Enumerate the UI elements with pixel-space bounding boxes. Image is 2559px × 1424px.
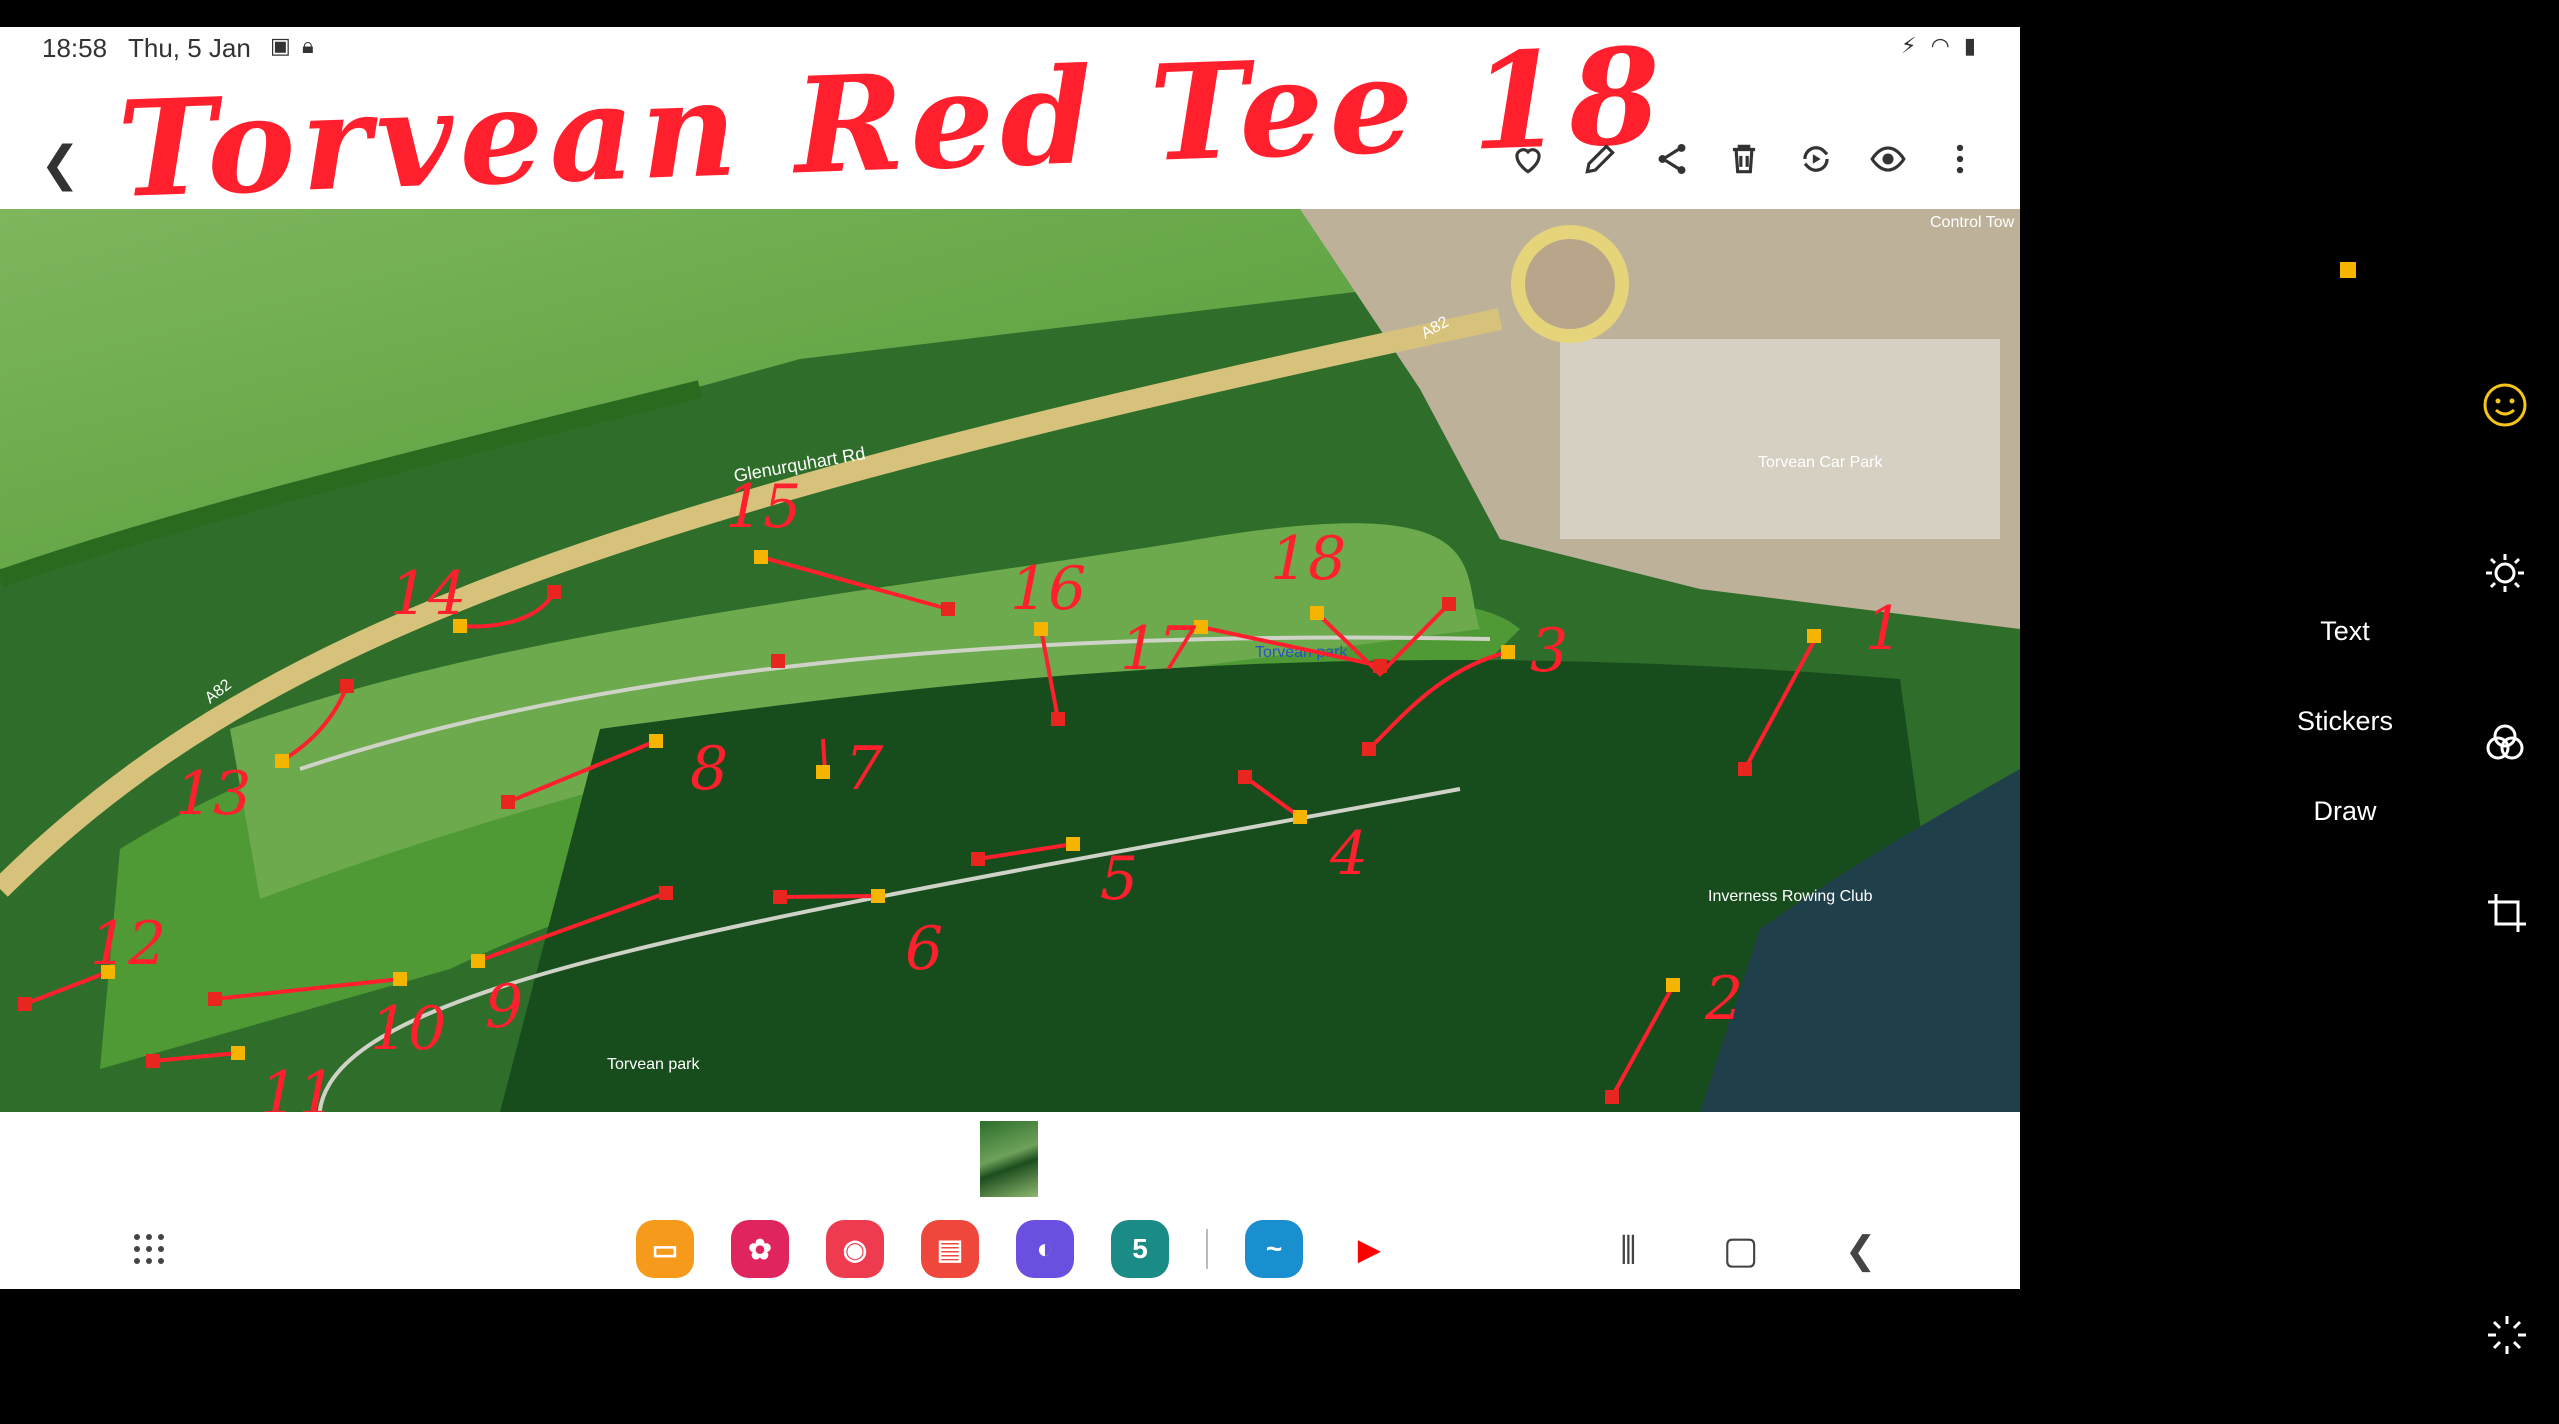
share-icon[interactable]: [1652, 139, 1692, 179]
heart-icon[interactable]: [1508, 139, 1548, 179]
image-icon: ▣: [270, 33, 291, 58]
action-bar: [1508, 139, 1980, 179]
my-files-icon[interactable]: ▭: [636, 1220, 694, 1278]
calendar-icon[interactable]: 5: [1111, 1220, 1169, 1278]
hole-label: 11: [260, 1059, 336, 1112]
draw-menu-item[interactable]: Draw: [2270, 796, 2420, 827]
youtube-icon[interactable]: ▶: [1340, 1220, 1398, 1278]
more-icon[interactable]: [1940, 139, 1980, 179]
place-label: Control Tow: [1930, 214, 2015, 231]
status-time: 18:58: [42, 33, 108, 63]
dock-divider: [1206, 1229, 1208, 1269]
filter-icon[interactable]: [2480, 718, 2530, 768]
status-icons: ⚡︎ ◠ ▮: [1901, 33, 1980, 58]
sticker-emoji-icon[interactable]: [2480, 380, 2530, 430]
lock-icon: 🔒︎: [302, 33, 314, 58]
hole-label: 5: [1100, 844, 1138, 914]
notes-icon[interactable]: ▤: [921, 1220, 979, 1278]
annotated-map-image[interactable]: Glenurquhart Rd A82 A82 Torvean Car Park…: [0, 209, 2020, 1112]
rotate-icon[interactable]: [1796, 139, 1836, 179]
hole-label: 12: [90, 909, 166, 979]
status-date: Thu, 5 Jan: [128, 33, 251, 63]
place-label: Torvean park: [607, 1056, 700, 1073]
stickers-menu-item[interactable]: Stickers: [2270, 706, 2420, 737]
map-canvas: Glenurquhart Rd A82 A82 Torvean Car Park…: [0, 209, 2020, 1112]
pencil-icon[interactable]: [1580, 139, 1620, 179]
brightness-icon[interactable]: [2480, 548, 2530, 598]
hole-label: 17: [1120, 614, 1197, 684]
hole-label: 9: [485, 972, 523, 1042]
hole-label: 3: [1530, 616, 1568, 686]
hole-label: 4: [1329, 819, 1368, 889]
nav-back-icon[interactable]: ❮: [1845, 1232, 1877, 1270]
hole-label: 1: [1865, 594, 1903, 664]
hole-label: 13: [175, 759, 251, 829]
internet-icon[interactable]: ◐: [1016, 1220, 1074, 1278]
hole-label: 7: [845, 734, 884, 804]
system-nav: ⦀ ▢ ❮: [1620, 1232, 1876, 1270]
hole-label: 10: [370, 994, 446, 1064]
image-thumbnail[interactable]: [980, 1121, 1038, 1197]
hole-label: 2: [1704, 964, 1743, 1034]
taskbar: ▭ ✿ ◉ ▤ ◐ 5 ~ ▶ ⦀ ▢ ❮: [0, 1212, 2020, 1289]
edit-side-panel: Text Stickers Draw: [2020, 0, 2559, 1424]
app-dock: ▭ ✿ ◉ ▤ ◐ 5 ~ ▶: [636, 1220, 1398, 1278]
text-menu-item[interactable]: Text: [2270, 616, 2420, 647]
back-icon[interactable]: ❮: [40, 141, 80, 189]
hole-label: 6: [905, 914, 943, 984]
hole-label: 18: [1270, 524, 1346, 594]
eye-icon[interactable]: [1868, 139, 1908, 179]
recents-icon[interactable]: ⦀: [1620, 1232, 1637, 1270]
home-icon[interactable]: ▢: [1723, 1232, 1759, 1270]
apps-grid-icon[interactable]: [132, 1232, 166, 1266]
place-label: Inverness Rowing Club: [1708, 888, 1873, 905]
hole-label: 14: [390, 559, 466, 629]
tablet-screen: 18:58 Thu, 5 Jan ▣ 🔒︎ ⚡︎ ◠ ▮ ❮ Torvean R…: [0, 27, 2020, 1289]
messaging-app-icon[interactable]: ~: [1245, 1220, 1303, 1278]
place-label: Torvean Car Park: [1758, 454, 1883, 471]
place-label: Torvean park: [1255, 644, 1348, 661]
trash-icon[interactable]: [1724, 139, 1764, 179]
auto-adjust-icon[interactable]: [2482, 1310, 2532, 1360]
hole-label: 15: [725, 472, 801, 542]
tee-marker-swatch: [2340, 262, 2356, 278]
hole-label: 16: [1010, 554, 1086, 624]
gallery-icon[interactable]: ✿: [731, 1220, 789, 1278]
hole-label: 8: [690, 734, 728, 804]
crop-rotate-icon[interactable]: [2482, 888, 2532, 938]
camera-icon[interactable]: ◉: [826, 1220, 884, 1278]
